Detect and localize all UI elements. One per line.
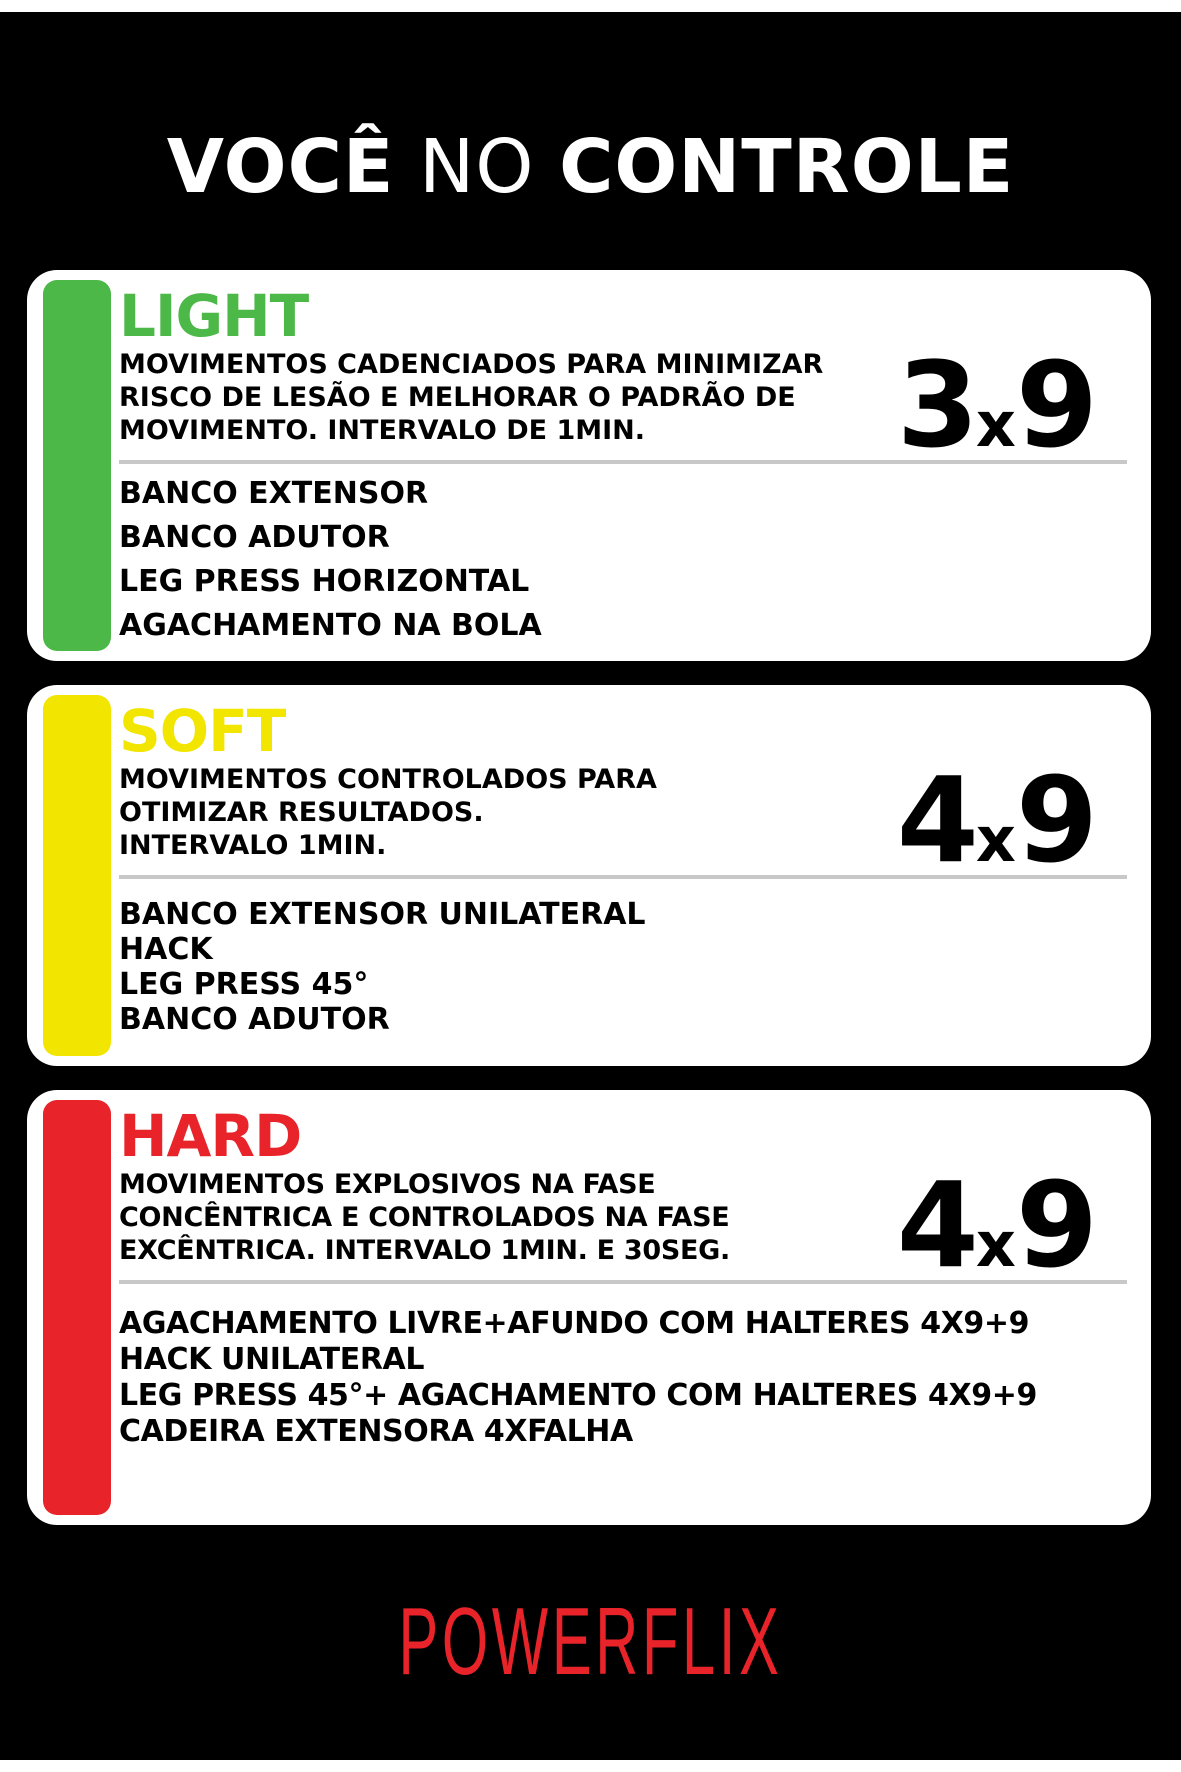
- reps-value: 9: [1015, 751, 1098, 889]
- exercise-item: CADEIRA EXTENSORA 4XFALHA: [119, 1414, 633, 1449]
- brand-logo: POWERFLIX: [398, 1588, 783, 1695]
- exercise-item: BANCO EXTENSOR: [119, 476, 429, 511]
- description-line: MOVIMENTO. INTERVALO DE 1MIN.: [119, 415, 646, 446]
- exercise-item: BANCO ADUTOR: [119, 520, 390, 555]
- sets-value: 3: [896, 336, 979, 474]
- card-description-hard: MOVIMENTOS EXPLOSIVOS NA FASE CONCÊNTRIC…: [119, 1168, 899, 1267]
- sets-value: 4: [896, 1156, 979, 1294]
- exercise-list-light: BANCO EXTENSOR BANCO ADUTOR LEG PRESS HO…: [119, 472, 1109, 648]
- sets-separator: x: [975, 388, 1016, 461]
- intensity-bar-light: [43, 280, 111, 651]
- card-name-soft: SOFT: [119, 697, 286, 765]
- exercise-item: AGACHAMENTO NA BOLA: [119, 608, 542, 643]
- description-line: INTERVALO 1MIN.: [119, 830, 387, 861]
- sets-separator: x: [975, 803, 1016, 876]
- card-description-soft: MOVIMENTOS CONTROLADOS PARA OTIMIZAR RES…: [119, 763, 899, 862]
- card-name-hard: HARD: [119, 1102, 302, 1170]
- card-light: LIGHT MOVIMENTOS CADENCIADOS PARA MINIMI…: [27, 270, 1151, 661]
- exercise-list-hard: AGACHAMENTO LIVRE+AFUNDO COM HALTERES 4X…: [119, 1306, 1109, 1450]
- exercise-item: LEG PRESS 45°+ AGACHAMENTO COM HALTERES …: [119, 1378, 1037, 1413]
- exercise-list-soft: BANCO EXTENSOR UNILATERAL HACK LEG PRESS…: [119, 897, 1109, 1037]
- description-line: MOVIMENTOS EXPLOSIVOS NA FASE: [119, 1169, 656, 1200]
- exercise-item: LEG PRESS HORIZONTAL: [119, 564, 530, 599]
- description-line: OTIMIZAR RESULTADOS.: [119, 797, 484, 828]
- reps-value: 9: [1015, 336, 1098, 474]
- description-line: CONCÊNTRICA E CONTROLADOS NA FASE: [119, 1202, 730, 1233]
- divider: [119, 875, 1127, 879]
- exercise-item: BANCO EXTENSOR UNILATERAL: [119, 897, 646, 932]
- description-line: RISCO DE LESÃO E MELHORAR O PADRÃO DE: [119, 382, 796, 413]
- sets-reps-soft: 4x9: [897, 761, 1098, 911]
- intensity-bar-hard: [43, 1100, 111, 1515]
- divider: [119, 1280, 1127, 1284]
- exercise-item: HACK UNILATERAL: [119, 1342, 425, 1377]
- intensity-bar-soft: [43, 695, 111, 1056]
- divider: [119, 460, 1127, 464]
- page-title: VOCÊ NO CONTROLE: [0, 122, 1181, 212]
- title-part-3: CONTROLE: [559, 124, 1015, 210]
- sets-value: 4: [896, 751, 979, 889]
- description-line: MOVIMENTOS CONTROLADOS PARA: [119, 764, 657, 795]
- card-hard: HARD MOVIMENTOS EXPLOSIVOS NA FASE CONCÊ…: [27, 1090, 1151, 1525]
- description-line: EXCÊNTRICA. INTERVALO 1MIN. E 30SEG.: [119, 1235, 731, 1266]
- exercise-item: AGACHAMENTO LIVRE+AFUNDO COM HALTERES 4X…: [119, 1306, 1030, 1341]
- card-name-light: LIGHT: [119, 282, 309, 350]
- exercise-item: HACK: [119, 932, 213, 967]
- card-description-light: MOVIMENTOS CADENCIADOS PARA MINIMIZAR RI…: [119, 348, 899, 447]
- title-part-2: NO: [418, 124, 535, 210]
- description-line: MOVIMENTOS CADENCIADOS PARA MINIMIZAR: [119, 349, 824, 380]
- poster: VOCÊ NO CONTROLE LIGHT MOVIMENTOS CADENC…: [0, 12, 1181, 1760]
- exercise-item: LEG PRESS 45°: [119, 967, 369, 1002]
- sets-reps-hard: 4x9: [897, 1166, 1098, 1316]
- card-soft: SOFT MOVIMENTOS CONTROLADOS PARA OTIMIZA…: [27, 685, 1151, 1066]
- reps-value: 9: [1015, 1156, 1098, 1294]
- title-part-1: VOCÊ: [166, 124, 395, 210]
- exercise-item: BANCO ADUTOR: [119, 1002, 390, 1037]
- sets-separator: x: [975, 1208, 1016, 1281]
